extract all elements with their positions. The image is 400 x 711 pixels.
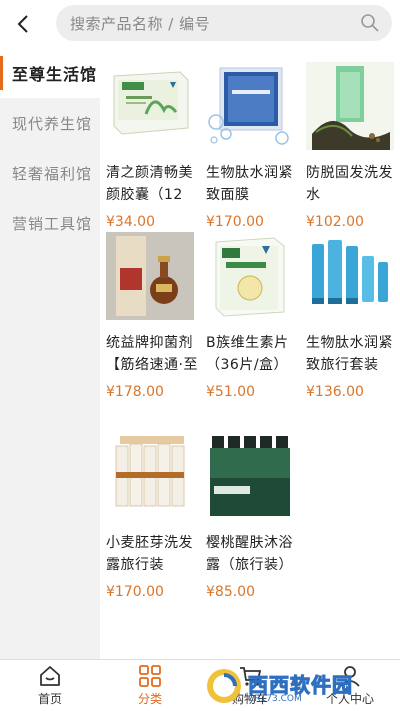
sidebar-item-yingxiao[interactable]: 营销工具馆 [0,198,100,248]
product-price: ¥51.00 [206,384,255,400]
product-image-face-mask [206,62,294,150]
sidebar-item-label: 现代养生馆 [12,114,93,133]
product-image-vitamin-box [206,232,294,320]
sidebar-item-label: 至尊生活馆 [12,65,98,84]
search-placeholder: 搜索产品名称 / 编号 [70,14,211,33]
product-name: 樱桃醒肤沐浴露（旅行装） [206,535,293,573]
tab-category[interactable]: 分类 [100,660,200,711]
product-card[interactable]: B族维生素片（36片/盒） ¥51.00 [200,232,300,400]
product-image-wheat-shampoo [106,432,194,520]
product-image-travel-set [306,232,394,320]
product-price: ¥136.00 [306,384,364,400]
product-name: B族维生素片（36片/盒） [206,335,289,373]
sidebar-item-label: 轻奢福利馆 [12,164,93,183]
product-price: ¥178.00 [106,384,164,400]
search-input[interactable]: 搜索产品名称 / 编号 [56,5,392,41]
product-image-bottle-gift-box [106,232,194,320]
product-card[interactable]: 清之颜清畅美颜胶囊（12粒/ ¥34.00 [100,62,200,230]
product-card[interactable]: 防脱固发洗发水 ¥102.00 [300,62,400,230]
watermark-icon [207,669,241,703]
category-sidebar: 至尊生活馆 现代养生馆 轻奢福利馆 营销工具馆 [0,48,100,659]
search-icon[interactable] [360,13,380,33]
sidebar-item-zhizun[interactable]: 至尊生活馆 [0,48,100,98]
home-icon [40,665,60,686]
top-bar: 搜索产品名称 / 编号 [0,0,400,48]
product-name: 生物肽水润紧致旅行套装 [306,335,393,373]
product-name: 防脱固发洗发水 [306,165,393,203]
product-card[interactable]: 小麦胚芽洗发露旅行装 ¥170.00 [100,432,200,600]
product-name: 统益牌抑菌剂【筋络速通·至 [106,335,198,373]
product-card[interactable]: 樱桃醒肤沐浴露（旅行装） ¥85.00 [200,432,300,600]
product-image-shampoo [306,62,394,150]
product-price: ¥34.00 [106,214,155,230]
product-card[interactable]: 统益牌抑菌剂【筋络速通·至 ¥178.00 [100,232,200,400]
watermark-logo: 西西软件园 CR173.COM [204,664,394,708]
product-image-capsule-box [106,62,194,150]
sidebar-item-qingshe[interactable]: 轻奢福利馆 [0,148,100,198]
product-price: ¥85.00 [206,584,255,600]
product-price: ¥170.00 [206,214,264,230]
product-card[interactable]: 生物肽水润紧致面膜 ¥170.00 [200,62,300,230]
category-icon [139,664,161,687]
tab-home[interactable]: 首页 [0,660,100,711]
product-name: 清之颜清畅美颜胶囊（12粒/ [106,165,193,203]
product-grid: 清之颜清畅美颜胶囊（12粒/ ¥34.00 生物肽水润紧致面膜 ¥170.00 [100,48,400,659]
sidebar-item-xiandai[interactable]: 现代养生馆 [0,98,100,148]
product-price: ¥170.00 [106,584,164,600]
back-arrow-icon [17,15,28,33]
tab-label: 首页 [37,691,62,706]
product-name: 小麦胚芽洗发露旅行装 [106,535,193,573]
product-card[interactable]: 生物肽水润紧致旅行套装 ¥136.00 [300,232,400,400]
tab-label: 分类 [137,691,162,706]
product-price: ¥102.00 [306,214,364,230]
product-image-green-bottles [206,432,294,520]
sidebar-item-label: 营销工具馆 [12,214,93,233]
back-button[interactable] [0,0,48,48]
product-name: 生物肽水润紧致面膜 [206,165,293,203]
